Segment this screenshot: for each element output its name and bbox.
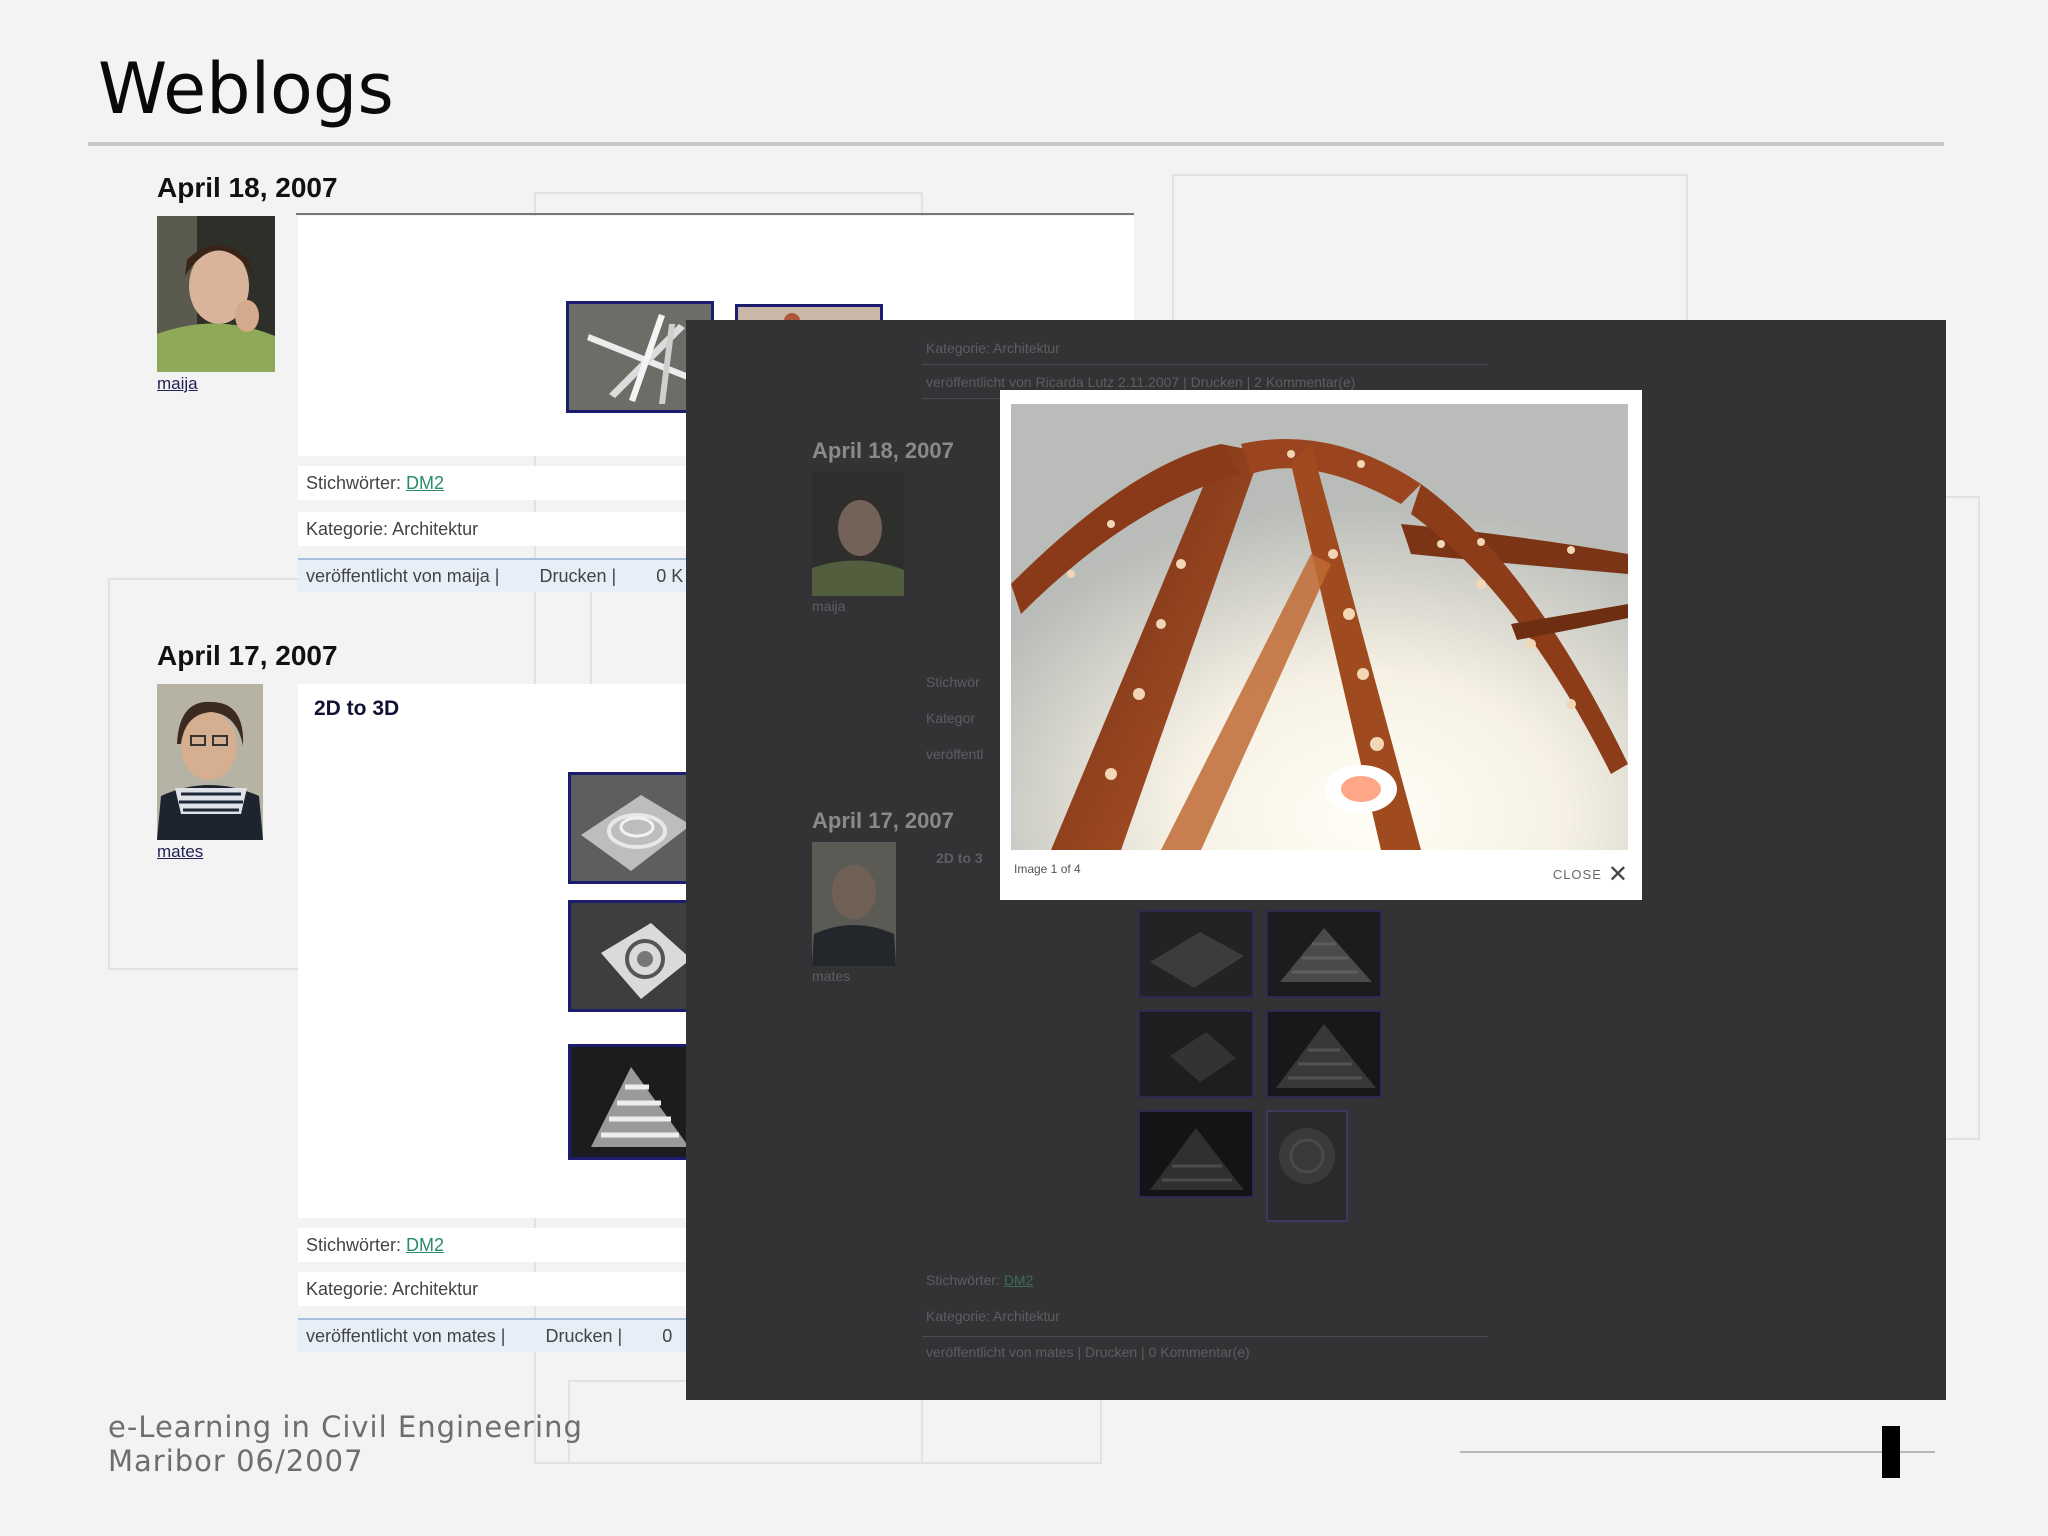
published-by[interactable]: veröffentlicht von mates | xyxy=(306,1326,505,1346)
date-divider xyxy=(296,213,1134,215)
gallery-thumbnail[interactable] xyxy=(1266,1010,1382,1098)
keyword-link: DM2 xyxy=(1003,1272,1034,1288)
keywords-label: Stichwörter: xyxy=(306,1235,402,1255)
close-icon[interactable]: ✕ xyxy=(1608,862,1628,886)
post-thumbnail[interactable] xyxy=(568,1044,694,1160)
avatar xyxy=(812,472,904,596)
category-row: Kategorie: Architektur xyxy=(926,1308,1060,1324)
post-meta-bar: veröffentl xyxy=(926,746,984,762)
title-divider xyxy=(88,142,1944,146)
gallery-thumbnail[interactable] xyxy=(1138,910,1254,998)
category-row: Kategorie: Architektur xyxy=(298,512,688,546)
post-date: April 17, 2007 xyxy=(812,808,954,833)
print-link[interactable]: Drucken | xyxy=(545,1326,622,1346)
author-name: mates xyxy=(812,968,851,984)
keywords-row: Stichwörter: DM2 xyxy=(298,466,688,500)
keywords-label: Stichwörter: xyxy=(926,1272,1000,1288)
background-frame xyxy=(1172,174,1688,328)
footer-divider xyxy=(1460,1451,1935,1453)
post-thumbnail[interactable] xyxy=(568,900,694,1012)
author-name[interactable]: maija xyxy=(157,374,198,394)
slide-title: Weblogs xyxy=(98,48,394,130)
keyword-link[interactable]: DM2 xyxy=(406,1235,444,1255)
post-meta-bar: veröffentlicht von Ricarda Lutz 2.11.200… xyxy=(926,374,1356,390)
gallery-thumbnail[interactable] xyxy=(1138,1010,1254,1098)
category-row: Kategorie: Architektur xyxy=(926,340,1060,356)
print-link[interactable]: Drucken | xyxy=(539,566,616,586)
close-button[interactable]: CLOSE ✕ xyxy=(1553,862,1628,886)
gallery-thumbnail[interactable] xyxy=(1138,1110,1254,1198)
published-by[interactable]: veröffentlicht von maija | xyxy=(306,566,499,586)
gallery-thumbnail[interactable] xyxy=(1266,910,1382,998)
comments-link[interactable]: 0 xyxy=(662,1326,672,1346)
footer-line-1: e-Learning in Civil Engineering xyxy=(108,1410,583,1444)
author-name: maija xyxy=(812,598,846,614)
comments-link[interactable]: 0 K xyxy=(656,566,683,586)
post-date: April 18, 2007 xyxy=(812,438,954,463)
image-counter: Image 1 of 4 xyxy=(1014,862,1081,876)
keywords-row: Stichwör xyxy=(926,674,980,690)
avatar[interactable] xyxy=(157,684,263,840)
divider xyxy=(922,1336,1488,1337)
keywords-label: Stichwörter: xyxy=(306,473,402,493)
category-row: Kategorie: Architektur xyxy=(298,1272,688,1306)
lightbox-image[interactable] xyxy=(1011,404,1628,850)
post-title: 2D to 3 xyxy=(936,850,983,866)
keywords-row: Stichwörter: DM2 xyxy=(298,1228,688,1262)
post-date: April 18, 2007 xyxy=(157,172,338,203)
lightbox: Image 1 of 4 CLOSE ✕ xyxy=(1000,390,1642,900)
avatar xyxy=(812,842,896,966)
slide-marker xyxy=(1882,1426,1900,1478)
post-thumbnail[interactable] xyxy=(568,772,694,884)
gallery-thumbnail[interactable] xyxy=(1266,1110,1348,1222)
close-label[interactable]: CLOSE xyxy=(1553,867,1602,882)
post-meta-bar: veröffentlicht von mates | Drucken | 0 K… xyxy=(926,1344,1250,1360)
post-meta-bar: veröffentlicht von mates | Drucken | 0 xyxy=(298,1318,686,1352)
keyword-link[interactable]: DM2 xyxy=(406,473,444,493)
footer-line-2: Maribor 06/2007 xyxy=(108,1444,364,1478)
post-title[interactable]: 2D to 3D xyxy=(314,697,399,721)
post-meta-bar: veröffentlicht von maija | Drucken | 0 K xyxy=(298,558,686,592)
avatar[interactable] xyxy=(157,216,275,372)
category-row: Kategor xyxy=(926,710,976,726)
keywords-row: Stichwörter: DM2 xyxy=(926,1272,1033,1288)
post-date: April 17, 2007 xyxy=(157,640,338,671)
author-name[interactable]: mates xyxy=(157,842,203,862)
divider xyxy=(922,364,1488,365)
